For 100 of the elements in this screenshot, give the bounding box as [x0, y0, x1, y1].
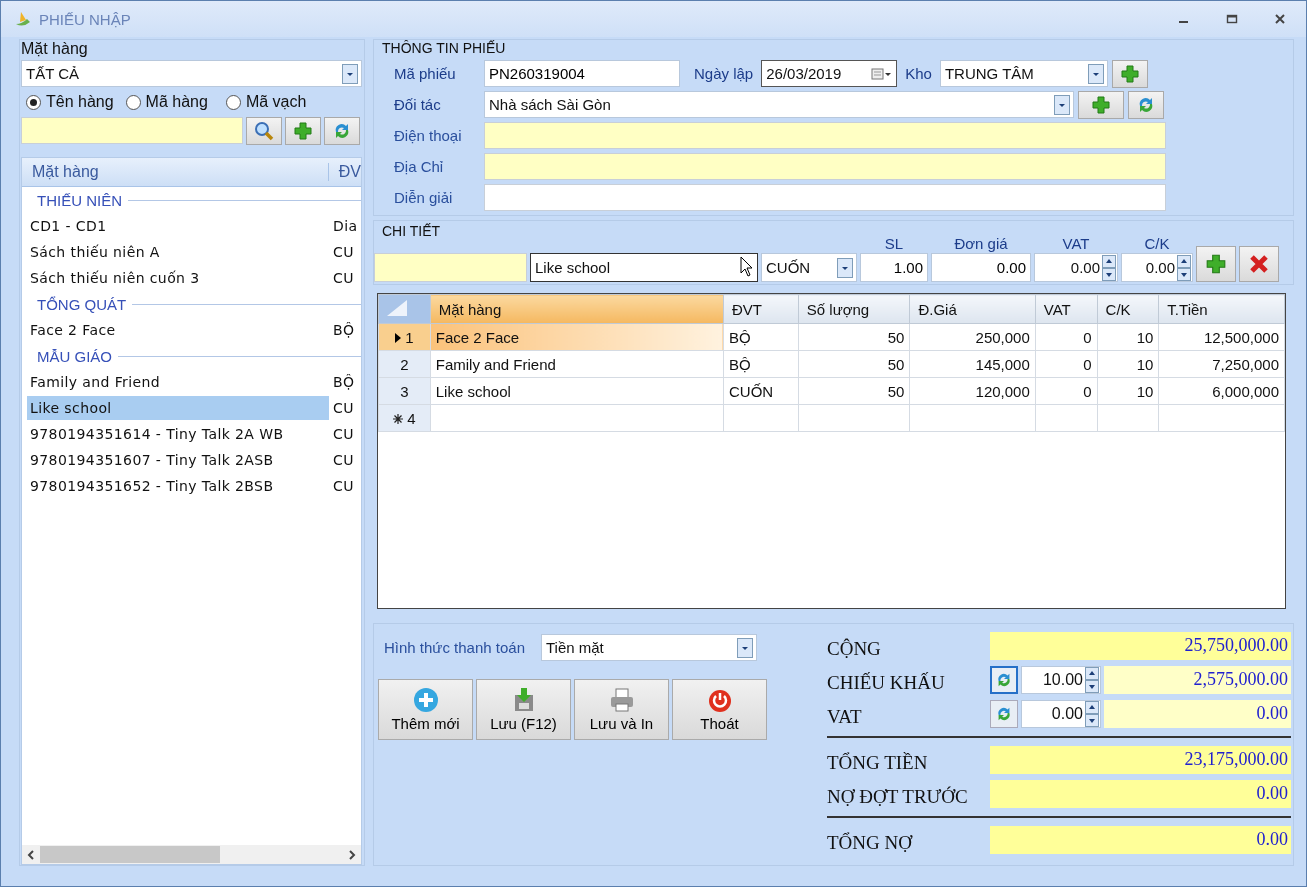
column-header[interactable]: VAT	[1035, 294, 1098, 324]
search-button[interactable]	[246, 117, 282, 145]
column-header[interactable]: Mặt hàng	[430, 294, 724, 324]
delete-button[interactable]	[1239, 246, 1279, 282]
unit-text: Dia	[333, 218, 358, 234]
add-button[interactable]: Thêm mới	[378, 679, 473, 740]
add-button[interactable]	[1196, 246, 1236, 282]
table-cell: 10	[1097, 323, 1159, 351]
table-cell: 12,500,000	[1158, 323, 1285, 351]
item-code-field[interactable]	[374, 253, 527, 282]
column-header[interactable]: C/K	[1097, 294, 1159, 324]
refresh-button[interactable]	[1128, 90, 1164, 119]
refresh-icon	[995, 671, 1013, 689]
spin-arrows-icon[interactable]	[1102, 254, 1116, 281]
column-header[interactable]: Số lượng	[798, 294, 910, 324]
row-header[interactable]: 1	[378, 323, 431, 351]
list-item[interactable]: Like school	[27, 396, 329, 420]
plus-icon	[293, 121, 313, 141]
date-picker[interactable]: 26/03/2019	[761, 60, 898, 87]
search-mode-radio[interactable]: Mã vạch	[225, 93, 307, 111]
refresh-button[interactable]	[990, 666, 1018, 694]
refresh-button[interactable]	[990, 700, 1018, 728]
total-value-field[interactable]: 25,750,000.00	[990, 632, 1291, 660]
column-header[interactable]: Mặt hàng	[22, 163, 329, 181]
spin-arrows-icon[interactable]	[1085, 701, 1099, 727]
section-title: THÔNG TIN PHIẾU	[382, 40, 507, 56]
total-label: TỔNG NỢ	[827, 831, 914, 854]
number-spinner[interactable]: 0.00	[1121, 253, 1193, 282]
search-mode-radio[interactable]: Tên hàng	[26, 93, 114, 111]
total-value-field[interactable]: 2,575,000.00	[1104, 666, 1291, 694]
warehouse-dropdown[interactable]: TRUNG TÂM	[939, 60, 1108, 87]
plus-icon	[1091, 94, 1111, 115]
maximize-icon[interactable]	[1226, 13, 1238, 25]
column-header[interactable]: ĐVT	[723, 294, 799, 324]
list-item[interactable]: 9780194351614 - Tiny Talk 2A WB	[27, 422, 329, 446]
list-item[interactable]: Sách thiếu niên cuốn 3	[27, 266, 329, 290]
scroll-left-icon[interactable]	[26, 848, 36, 861]
column-header[interactable]: T.Tiền	[1158, 294, 1285, 324]
power-icon	[706, 687, 733, 713]
add-button[interactable]	[285, 117, 321, 145]
field-label: Điện thoại	[394, 127, 463, 144]
unit-text: CU	[333, 400, 354, 416]
refresh-button[interactable]	[324, 117, 360, 145]
field-label: Kho	[905, 65, 932, 82]
close-icon[interactable]	[1274, 13, 1286, 25]
field-label: Hình thức thanh toán	[384, 639, 525, 656]
spin-arrows-icon[interactable]	[1085, 667, 1099, 693]
number-spinner[interactable]: 0.00	[1034, 253, 1118, 282]
column-header[interactable]: Đ.Giá	[909, 294, 1036, 324]
text-field[interactable]	[484, 122, 1166, 149]
partner-dropdown[interactable]: Nhà sách Sài Gòn	[484, 91, 1074, 118]
calendar-icon	[871, 66, 894, 81]
search-field[interactable]	[21, 117, 243, 144]
column-header[interactable]: ĐV	[328, 163, 361, 181]
number-field[interactable]: 1.00	[860, 253, 928, 282]
total-value-field[interactable]: 0.00	[1104, 700, 1291, 728]
rate-spinner[interactable]: 0.00	[1021, 700, 1101, 728]
row-header[interactable]: 4	[378, 404, 431, 432]
rate-spinner[interactable]: 10.00	[1021, 666, 1101, 694]
search-mode-radio[interactable]: Mã hàng	[125, 93, 208, 111]
print-button[interactable]: Lưu và In	[574, 679, 669, 740]
total-value-field[interactable]: 0.00	[990, 780, 1291, 808]
row-header[interactable]: 2	[378, 350, 431, 378]
total-value-field[interactable]: 23,175,000.00	[990, 746, 1291, 774]
item-field[interactable]: Like school	[530, 253, 758, 282]
table-cell: 6,000,000	[1158, 377, 1285, 405]
window-title: PHIẾU NHẬP	[39, 10, 131, 28]
list-item[interactable]: 9780194351652 - Tiny Talk 2BSB	[27, 474, 329, 498]
payment-method-dropdown[interactable]: Tiền mặt	[541, 634, 757, 661]
group-header[interactable]: MẪU GIÁO	[37, 347, 112, 365]
field-label: Đối tác	[394, 96, 442, 113]
add-button[interactable]	[1111, 59, 1148, 88]
spin-arrows-icon[interactable]	[1177, 254, 1191, 281]
unit-dropdown[interactable]: CUỐN	[761, 253, 857, 282]
total-value-field[interactable]: 0.00	[990, 826, 1291, 854]
current-row-icon	[395, 332, 402, 343]
group-header[interactable]: THIẾU NIÊN	[37, 191, 122, 209]
table-cell: 120,000	[909, 377, 1036, 405]
table-cell: Face 2 Face	[430, 323, 724, 351]
list-item[interactable]: 9780194351607 - Tiny Talk 2ASB	[27, 448, 329, 472]
group-header[interactable]: TỔNG QUÁT	[37, 295, 127, 313]
voucher-code-field[interactable]: PN260319004	[484, 60, 680, 87]
category-dropdown[interactable]: TẤT CẢ	[21, 60, 362, 87]
table-cell: CUỐN	[723, 377, 799, 405]
list-item[interactable]: Face 2 Face	[27, 318, 329, 342]
unit-text: CU	[333, 478, 354, 494]
text-field[interactable]	[484, 184, 1166, 211]
exit-button[interactable]: Thoát	[672, 679, 767, 740]
list-item[interactable]: CD1 - CD1	[27, 214, 329, 238]
save-button[interactable]: Lưu (F12)	[476, 679, 571, 740]
row-header[interactable]: 3	[378, 377, 431, 405]
table-cell: 145,000	[909, 350, 1036, 378]
add-button[interactable]	[1078, 90, 1124, 119]
field-label: SL	[884, 235, 904, 252]
text-field[interactable]	[484, 153, 1166, 180]
horizontal-scrollbar[interactable]	[22, 845, 361, 864]
scroll-right-icon[interactable]	[347, 848, 357, 861]
list-item[interactable]: Sách thiếu niên A	[27, 240, 329, 264]
list-item[interactable]: Family and Friend	[27, 370, 329, 394]
number-field[interactable]: 0.00	[931, 253, 1031, 282]
